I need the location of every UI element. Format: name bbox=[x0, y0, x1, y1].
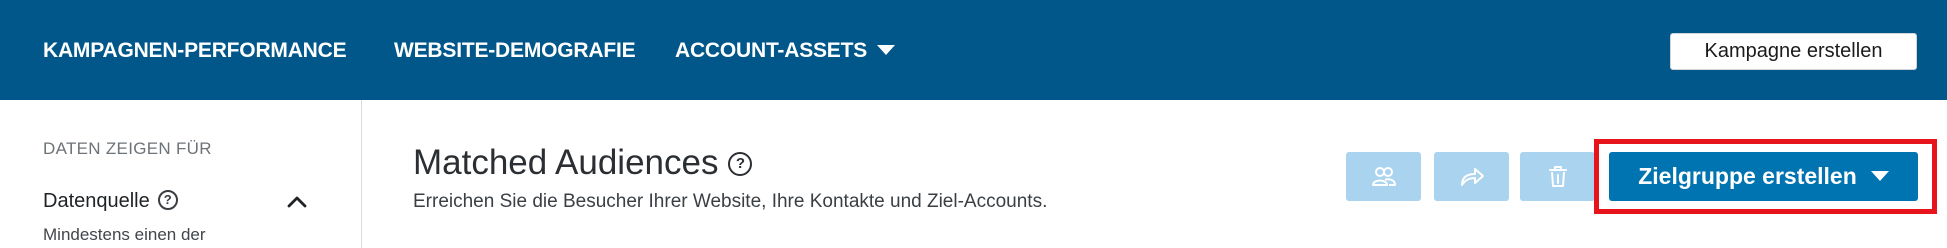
create-audience-label: Zielgruppe erstellen bbox=[1638, 163, 1857, 189]
audience-users-button[interactable] bbox=[1346, 152, 1421, 201]
nav-tab-website-demographics[interactable]: WEBSITE-DEMOGRAFIE bbox=[394, 39, 636, 63]
nav-tab-campaign-performance[interactable]: KAMPAGNEN-PERFORMANCE bbox=[43, 39, 347, 63]
question-circle-icon[interactable]: ? bbox=[728, 151, 753, 176]
question-circle-icon[interactable]: ? bbox=[157, 189, 178, 210]
datasource-description: Mindestens einen der bbox=[43, 225, 206, 244]
page-subtitle: Erreichen Sie die Besucher Ihrer Website… bbox=[413, 191, 1048, 212]
share-arrow-icon bbox=[1460, 167, 1484, 186]
caret-down-icon bbox=[1870, 170, 1889, 181]
trash-icon bbox=[1548, 165, 1567, 187]
datasource-label: Datenquelle bbox=[43, 190, 150, 212]
delete-button[interactable] bbox=[1520, 152, 1595, 201]
users-icon bbox=[1371, 166, 1396, 186]
caret-down-icon bbox=[877, 45, 896, 56]
share-button[interactable] bbox=[1434, 152, 1509, 201]
page-title: Matched Audiences bbox=[413, 143, 719, 182]
page-title-row: Matched Audiences? bbox=[413, 143, 753, 183]
nav-tab-account-assets-label: ACCOUNT-ASSETS bbox=[675, 39, 868, 62]
chevron-up-icon[interactable] bbox=[287, 192, 307, 212]
nav-tab-account-assets[interactable]: ACCOUNT-ASSETS bbox=[675, 39, 896, 63]
datasource-label-row: Datenquelle? bbox=[43, 189, 178, 213]
create-audience-button[interactable]: Zielgruppe erstellen bbox=[1609, 152, 1918, 201]
sidebar-heading: DATEN ZEIGEN FÜR bbox=[43, 139, 212, 158]
top-navigation-bar: KAMPAGNEN-PERFORMANCE WEBSITE-DEMOGRAFIE… bbox=[0, 0, 1947, 100]
create-campaign-button[interactable]: Kampagne erstellen bbox=[1670, 33, 1917, 70]
filter-sidebar: DATEN ZEIGEN FÜR Datenquelle? Mindestens… bbox=[0, 100, 362, 248]
